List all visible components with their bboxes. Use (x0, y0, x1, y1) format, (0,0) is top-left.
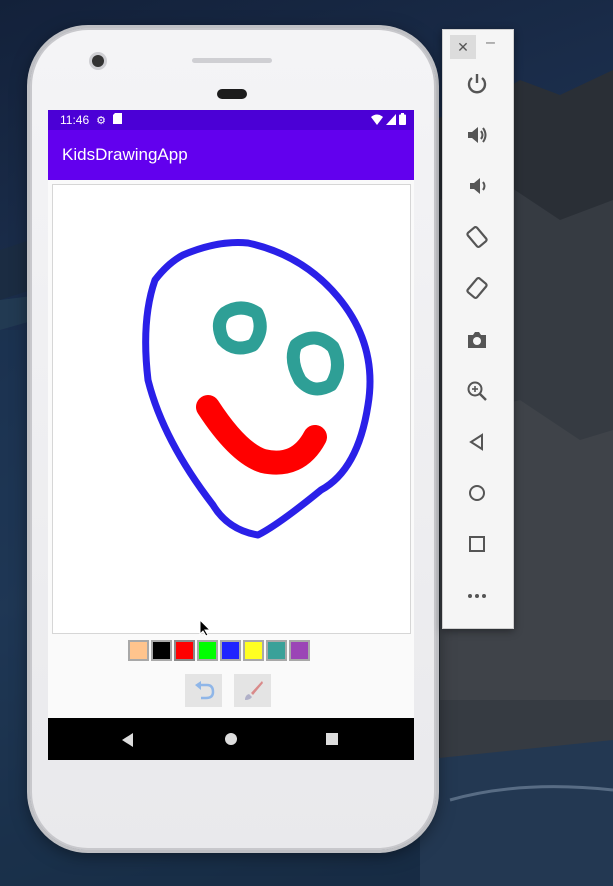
zoom-button[interactable] (463, 377, 491, 405)
earpiece (217, 89, 247, 99)
screenshot-button[interactable] (463, 326, 491, 354)
nav-home-icon[interactable] (225, 733, 237, 745)
rotate-right-button[interactable] (463, 274, 491, 302)
color-swatch[interactable] (243, 640, 264, 661)
mouth-stroke (196, 395, 327, 475)
settings-icon: ⚙ (96, 114, 107, 127)
volume-up-icon (468, 127, 487, 143)
app-toolbar: KidsDrawingApp (48, 130, 414, 180)
color-palette (128, 640, 310, 662)
color-swatch[interactable] (220, 640, 241, 661)
wifi-icon (371, 114, 383, 125)
emulator-toolbar: ✕ – (442, 29, 514, 629)
nav-recents-icon[interactable] (326, 733, 338, 745)
emulator-close-button[interactable]: ✕ (450, 35, 476, 59)
color-swatch[interactable] (266, 640, 287, 661)
right-eye-stroke (286, 331, 344, 396)
color-swatch[interactable] (289, 640, 310, 661)
face-outline-stroke (142, 239, 374, 539)
speaker-grille (192, 58, 272, 63)
status-time: 11:46 (60, 113, 90, 127)
camera-icon (468, 332, 486, 348)
power-button[interactable] (463, 70, 491, 98)
rotate-left-button[interactable] (463, 223, 491, 251)
nav-back-icon[interactable] (122, 733, 133, 747)
back-button[interactable] (463, 428, 491, 456)
left-eye-stroke (213, 301, 267, 355)
rotate-left-icon (466, 225, 488, 249)
phone-screen: 11:46 ⚙ KidsDrawingApp (48, 110, 414, 760)
brush-size-button[interactable] (234, 674, 271, 707)
mouse-cursor-icon (199, 619, 211, 637)
undo-button[interactable] (185, 674, 222, 707)
color-swatch[interactable] (128, 640, 149, 661)
drawing-strokes (142, 239, 374, 539)
volume-down-button[interactable] (463, 172, 491, 200)
power-icon (467, 74, 487, 94)
emulator-minimize-button[interactable]: – (486, 34, 495, 52)
undo-icon (194, 680, 214, 699)
home-circle-icon (469, 485, 485, 501)
signal-icon (386, 113, 396, 125)
volume-up-button[interactable] (463, 121, 491, 149)
back-triangle-icon (469, 433, 483, 451)
brush-icon (244, 680, 263, 700)
tool-buttons (185, 674, 271, 707)
more-dots-icon (468, 594, 486, 598)
color-swatch[interactable] (151, 640, 172, 661)
status-indicators (371, 113, 406, 125)
phone-frame: 11:46 ⚙ KidsDrawingApp (30, 28, 436, 850)
color-swatch[interactable] (197, 640, 218, 661)
drawing-canvas[interactable] (52, 184, 411, 634)
more-options-button[interactable] (463, 582, 491, 610)
battery-icon (399, 113, 406, 125)
android-nav-bar (48, 718, 414, 760)
volume-down-icon (470, 178, 486, 194)
sd-card-icon (113, 113, 123, 127)
front-camera (92, 55, 104, 67)
home-button[interactable] (463, 479, 491, 507)
app-title: KidsDrawingApp (62, 145, 188, 164)
overview-square-icon (469, 536, 485, 552)
status-bar: 11:46 ⚙ (48, 110, 414, 130)
rotate-right-icon (466, 276, 488, 300)
color-swatch[interactable] (174, 640, 195, 661)
overview-button[interactable] (463, 530, 491, 558)
zoom-in-icon (467, 381, 487, 401)
